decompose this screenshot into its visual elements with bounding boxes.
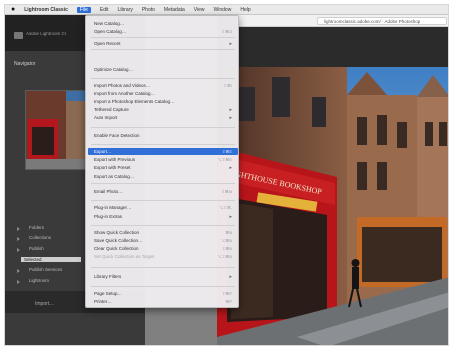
lightroom-logo-icon <box>14 32 23 39</box>
side-row-lightroom[interactable]: Lightroom <box>29 278 49 283</box>
screen-frame: Adobe Lightroom Classic Navigator Folder… <box>4 4 449 346</box>
menu-separator <box>91 49 235 50</box>
submenu-arrow-icon: ▸ <box>229 40 232 47</box>
menu-item-open-catalog[interactable]: Open Catalog… ⇧⌘O <box>88 28 238 35</box>
menu-item-printer[interactable]: Printer… ⌘P <box>88 298 238 305</box>
menu-file[interactable]: File <box>76 6 91 13</box>
menu-window[interactable]: Window <box>214 7 232 13</box>
menu-photo[interactable]: Photo <box>142 7 155 13</box>
side-row-publish[interactable]: Publish <box>29 246 44 251</box>
menu-item-plugin-extras[interactable]: Plug-in Extras ▸ <box>88 213 238 220</box>
menu-separator <box>91 286 235 287</box>
menu-item-import-catalog[interactable]: Import from Another Catalog… <box>88 90 238 97</box>
menu-item-auto-import[interactable]: Auto Import ▸ <box>88 114 238 121</box>
menu-separator <box>91 127 235 128</box>
menu-separator <box>91 225 235 226</box>
address-bar[interactable]: lightroomclassic.adobe.com/ · Adobe Phot… <box>317 17 447 25</box>
menu-library[interactable]: Library <box>118 7 133 13</box>
menu-item-export[interactable]: Export… ⇧⌘E <box>88 148 238 155</box>
identity-text: Adobe Lightroom Classic <box>26 32 66 36</box>
apple-icon[interactable]: ● <box>11 6 15 13</box>
menu-item-clear-quick-collection[interactable]: Clear Quick Collection ⇧⌘B <box>88 245 238 252</box>
menu-view[interactable]: View <box>194 7 205 13</box>
expand-triangle-icon[interactable] <box>17 237 20 241</box>
menu-separator <box>91 200 235 201</box>
menu-item-face-detection[interactable]: Enable Face Detection <box>88 132 238 139</box>
menu-item-email-photo[interactable]: Email Photo… ⇧⌘M <box>88 188 238 195</box>
expand-triangle-icon[interactable] <box>17 269 20 273</box>
side-row-selected[interactable]: Selected <box>21 257 81 262</box>
menu-item-show-quick-collection[interactable]: Show Quick Collection ⌘B <box>88 229 238 236</box>
menu-item-export-catalog[interactable]: Export as Catalog… <box>88 173 238 180</box>
menu-item-new-catalog[interactable]: New Catalog… <box>88 20 238 27</box>
menu-app[interactable]: Lightroom Classic <box>24 7 68 13</box>
menu-separator <box>91 144 235 145</box>
menu-separator <box>91 37 235 38</box>
menu-bar: ● Lightroom Classic File Edit Library Ph… <box>5 5 448 15</box>
menu-item-import-elements[interactable]: Import a Photoshop Elements Catalog… <box>88 98 238 105</box>
browser-toolbar: lightroomclassic.adobe.com/ · Adobe Phot… <box>237 15 448 27</box>
submenu-arrow-icon: ▸ <box>229 273 232 280</box>
menu-separator <box>91 78 235 79</box>
menu-item-export-previous[interactable]: Export with Previous ⌥⇧⌘E <box>88 156 238 163</box>
submenu-arrow-icon: ▸ <box>229 114 232 121</box>
navigator-thumbnail[interactable] <box>25 90 89 170</box>
menu-item-save-quick-collection[interactable]: Save Quick Collection… ⌥⌘B <box>88 237 238 244</box>
submenu-arrow-icon: ▸ <box>229 213 232 220</box>
side-row-collections[interactable]: Collections <box>29 235 51 240</box>
menu-help[interactable]: Help <box>240 7 250 13</box>
expand-triangle-icon[interactable] <box>17 248 20 252</box>
file-menu-dropdown: New Catalog… Open Catalog… ⇧⌘O Open Recen… <box>85 15 239 308</box>
menu-item-import-photos[interactable]: Import Photos and Videos… ⇧⌘I <box>88 82 238 89</box>
navigator-header[interactable]: Navigator <box>14 61 35 67</box>
menu-item-open-recent[interactable]: Open Recent ▸ <box>88 40 238 47</box>
menu-item-page-setup[interactable]: Page Setup… ⇧⌘P <box>88 290 238 297</box>
menu-item-tethered-capture[interactable]: Tethered Capture ▸ <box>88 106 238 113</box>
submenu-arrow-icon: ▸ <box>229 164 232 171</box>
side-row-publish-services[interactable]: Publish Services <box>29 267 62 272</box>
menu-item-export-preset[interactable]: Export with Preset ▸ <box>88 164 238 171</box>
menu-item-plugin-manager[interactable]: Plug-in Manager… ⌥⇧⌘, <box>88 204 238 211</box>
menu-item-set-quick-collection-target: Set Quick Collection as Target ⌥⇧⌘B <box>94 254 232 259</box>
menu-separator <box>91 267 235 268</box>
menu-separator <box>91 183 235 184</box>
menu-edit[interactable]: Edit <box>100 7 109 13</box>
main-photo: LIGHTHOUSE BOOKSHOP <box>217 67 448 345</box>
menu-item-library-filters[interactable]: Library Filters ▸ <box>88 273 238 280</box>
expand-triangle-icon[interactable] <box>17 280 20 284</box>
import-button[interactable]: Import… <box>35 301 54 307</box>
side-row-folders[interactable]: Folders <box>29 225 44 230</box>
expand-triangle-icon[interactable] <box>17 227 20 231</box>
menu-item-optimize-catalog[interactable]: Optimize Catalog… <box>88 66 238 73</box>
menu-metadata[interactable]: Metadata <box>164 7 185 13</box>
submenu-arrow-icon: ▸ <box>229 106 232 113</box>
